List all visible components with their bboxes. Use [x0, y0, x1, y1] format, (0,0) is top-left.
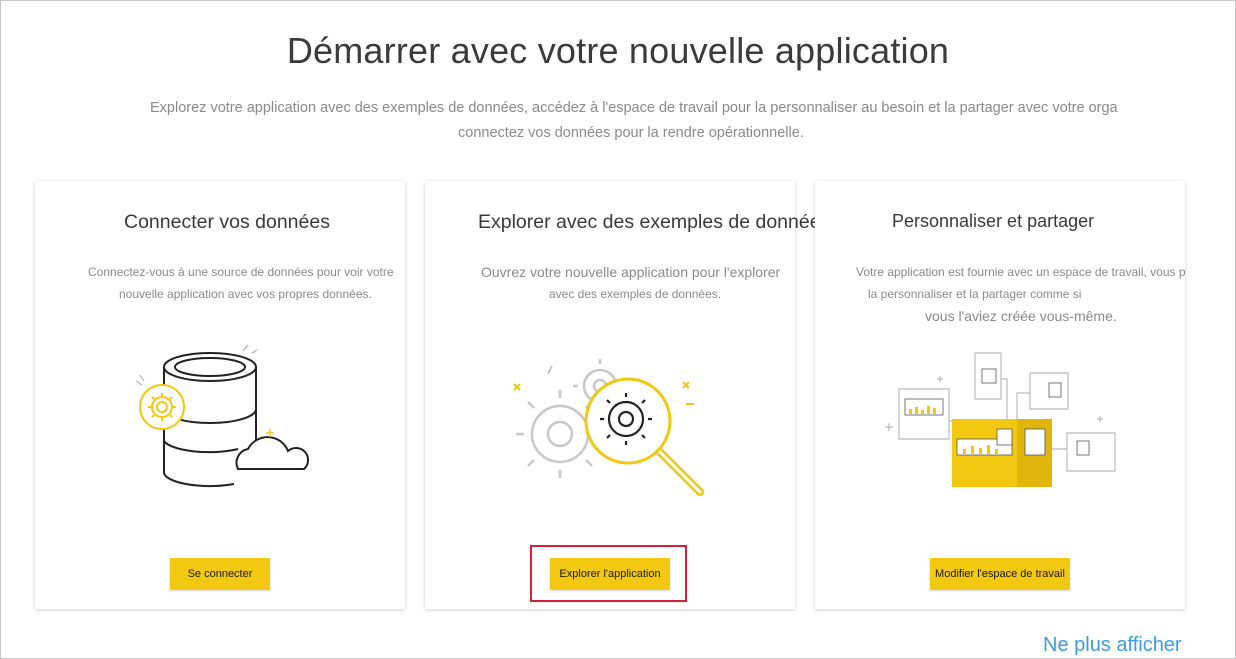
card-desc-line: Connectez-vous à une source de données p… — [88, 265, 394, 279]
gears-magnifier-icon — [513, 359, 704, 496]
card-connect-data: Connecter vos données Connectez-vous à u… — [35, 181, 405, 609]
connect-button[interactable]: Se connecter — [170, 558, 270, 590]
subtitle-line-2: connectez vos données pour la rendre opé… — [458, 125, 804, 141]
card-title: Explorer avec des exemples de données — [478, 211, 831, 233]
page-subtitle: Explorez votre application avec des exem… — [150, 96, 1236, 146]
card-title: Connecter vos données — [124, 211, 330, 233]
card-title: Personnaliser et partager — [892, 211, 1095, 231]
card-desc-line: Ouvrez votre nouvelle application pour l… — [481, 264, 781, 280]
page-title: Démarrer avec votre nouvelle application — [286, 30, 950, 71]
database-cloud-gear-icon — [135, 344, 310, 488]
dashboard-share-icon — [885, 352, 1116, 487]
card-desc-line: la personnaliser et la partager comme si — [868, 287, 1082, 301]
card-desc-line: avec des exemples de données. — [549, 287, 722, 301]
edit-workspace-button[interactable]: Modifier l'espace de travail — [930, 558, 1070, 590]
card-desc-line: Votre application est fournie avec un es… — [856, 265, 1185, 279]
card-desc-line: vous l'aviez créée vous-même. — [925, 308, 1117, 324]
card-description: Ouvrez votre nouvelle application pour l… — [481, 261, 780, 305]
subtitle-line-1: Explorez votre application avec des exem… — [150, 100, 1118, 116]
card-description: Connectez-vous à une source de données p… — [88, 261, 394, 305]
highlight-box — [530, 545, 687, 602]
card-desc-line: nouvelle application avec vos propres do… — [119, 287, 372, 301]
card-customize-share: Personnaliser et partager Votre applicat… — [815, 181, 1185, 609]
dismiss-link[interactable]: Ne plus afficher — [1043, 634, 1182, 657]
card-description: Votre application est fournie avec un es… — [856, 261, 1185, 327]
